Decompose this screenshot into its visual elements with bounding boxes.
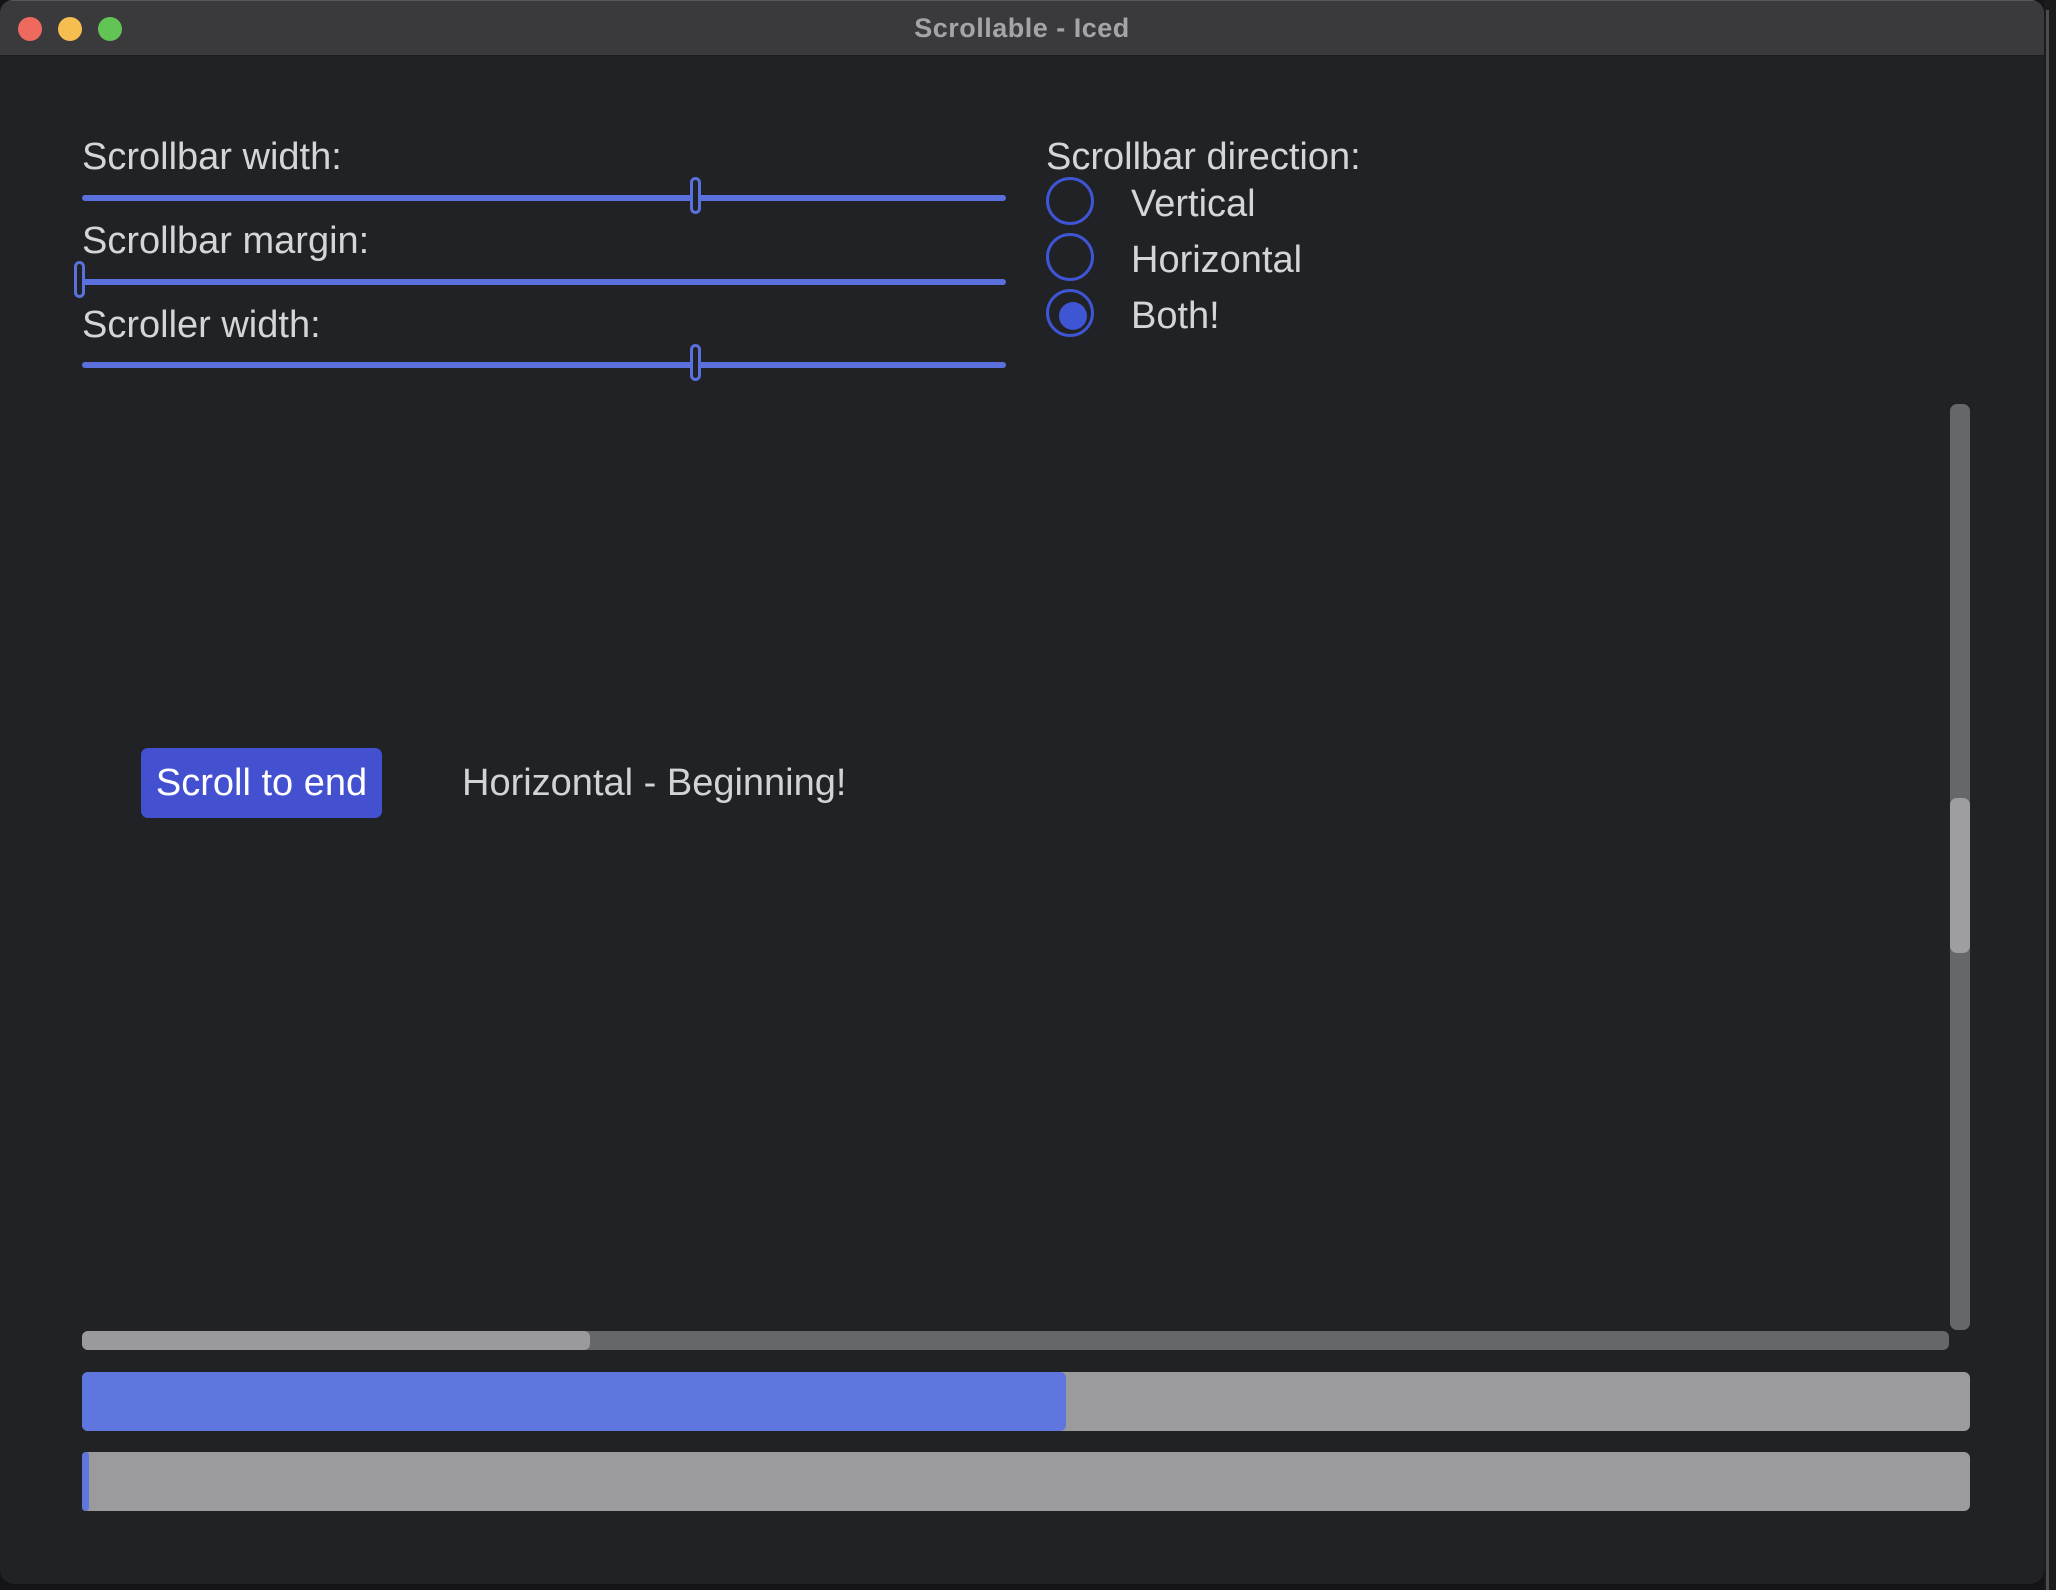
slider-rail[interactable]: [82, 362, 1006, 368]
scrollbar-margin-label: Scrollbar margin:: [82, 217, 369, 265]
slider-handle[interactable]: [74, 261, 85, 298]
screen: Scrollable - Iced Scrollbar width: Scrol…: [0, 0, 2056, 1590]
radio-vertical-label[interactable]: Vertical: [1131, 180, 1256, 228]
desktop-edge-line: [2046, 10, 2049, 1590]
slider-handle[interactable]: [690, 344, 701, 381]
slider-handle[interactable]: [690, 177, 701, 214]
scrollbar-width-label: Scrollbar width:: [82, 133, 342, 181]
horizontal-scrollbar-thumb[interactable]: [82, 1331, 590, 1350]
scrollbar-width-slider[interactable]: [82, 177, 1006, 220]
scroller-width-slider[interactable]: [82, 344, 1006, 387]
vertical-scrollbar-track[interactable]: [1950, 404, 1970, 1330]
scroll-to-end-button[interactable]: Scroll to end: [141, 748, 382, 818]
slider-rail[interactable]: [82, 279, 1006, 285]
scroller-width-label: Scroller width:: [82, 301, 321, 349]
radio-both[interactable]: [1046, 289, 1094, 337]
vertical-progress-bar: [82, 1452, 1970, 1511]
progress-fill: [82, 1452, 89, 1511]
slider-rail[interactable]: [82, 195, 1006, 201]
vertical-scrollbar-thumb[interactable]: [1950, 798, 1970, 953]
progress-fill: [82, 1372, 1066, 1431]
horizontal-scrollbar-track[interactable]: [82, 1331, 1949, 1350]
titlebar[interactable]: Scrollable - Iced: [0, 0, 2044, 56]
scrollbar-direction-label: Scrollbar direction:: [1046, 133, 1361, 181]
scrollbar-margin-slider[interactable]: [82, 261, 1006, 304]
radio-vertical[interactable]: [1046, 177, 1094, 225]
radio-dot: [1059, 302, 1087, 330]
radio-horizontal-label[interactable]: Horizontal: [1131, 236, 1302, 284]
window-title: Scrollable - Iced: [0, 1, 2044, 57]
app-window: Scrollable - Iced Scrollbar width: Scrol…: [0, 0, 2044, 1584]
scroll-status-text: Horizontal - Beginning!: [462, 759, 846, 807]
radio-both-label[interactable]: Both!: [1131, 292, 1220, 340]
horizontal-progress-bar: [82, 1372, 1970, 1431]
radio-horizontal[interactable]: [1046, 233, 1094, 281]
